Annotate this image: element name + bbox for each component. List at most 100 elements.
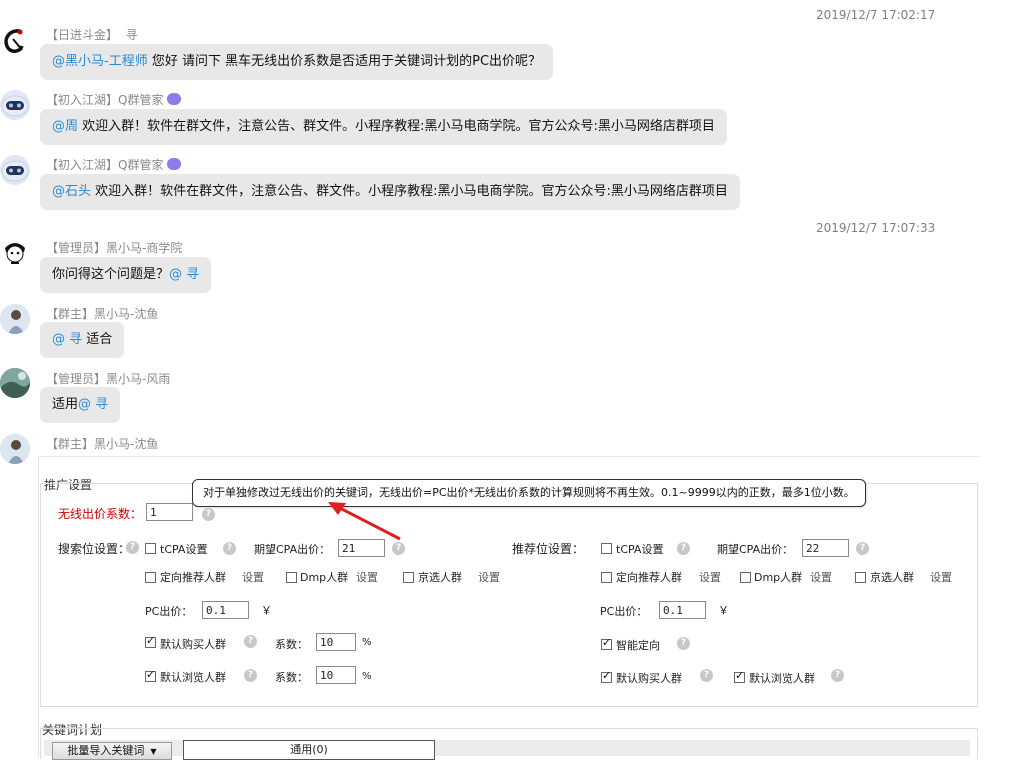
message-text: 你问得这个问题是？ (52, 267, 170, 282)
mention[interactable]: @ 寻 (78, 397, 108, 412)
recommend-dmp-setting-link[interactable]: 设置 (810, 569, 832, 585)
mention[interactable]: @黑小马-工程师 (52, 54, 148, 69)
search-browser-coef-label: 系数： (275, 671, 308, 684)
recommend-buyer-label: 默认购买人群 (616, 672, 682, 685)
recommend-jingxuan-label: 京选人群 (870, 571, 914, 584)
search-browser-coef-input[interactable]: 10 (316, 666, 356, 684)
search-buyer-label: 默认购买人群 (160, 638, 226, 651)
search-pc-bid-input[interactable]: 0.1 (202, 601, 249, 619)
recommend-expected-cpa-label: 期望CPA出价： (717, 543, 794, 556)
sender-name[interactable]: 黑小马-风雨 (106, 372, 170, 386)
search-expected-cpa-input[interactable]: 21 (338, 539, 385, 557)
help-icon[interactable]: ? (223, 542, 236, 555)
recommend-tcpa-checkbox[interactable] (601, 543, 612, 554)
help-icon[interactable]: ? (202, 508, 215, 521)
avatar[interactable] (0, 368, 30, 398)
mention[interactable]: @周 (52, 119, 78, 134)
search-pc-bid-label: PC出价： (145, 605, 193, 618)
timestamp: 2019/12/7 17:07:33 (816, 221, 936, 235)
sender-role: 【管理员】 (46, 241, 107, 255)
sender-meta: 【管理员】黑小马-风雨 (46, 370, 170, 387)
bot-badge-icon (167, 158, 182, 170)
tab-general[interactable]: 通用(0) (183, 740, 435, 760)
ink-swirl-avatar-icon (4, 29, 24, 53)
sender-role: 【初入江湖】 (46, 158, 119, 172)
help-icon[interactable]: ? (244, 635, 257, 648)
help-icon[interactable]: ? (700, 669, 713, 682)
sender-name[interactable]: 黑小马-沈鱼 (94, 437, 158, 451)
avatar[interactable] (0, 90, 30, 120)
recommend-expected-cpa-input[interactable]: 22 (802, 539, 849, 557)
search-targeted-setting-link[interactable]: 设置 (242, 569, 264, 585)
landscape-avatar-icon (0, 368, 30, 398)
message-bubble[interactable]: @石头 欢迎入群！软件在群文件，注意公告、群文件。小程序教程:黑小马电商学院。官… (40, 174, 740, 210)
sender-role: 【群主】 (46, 437, 95, 451)
search-dmp-setting-link[interactable]: 设置 (356, 569, 378, 585)
sender-name[interactable]: 寻 (126, 28, 138, 42)
avatar[interactable] (0, 304, 30, 334)
search-expected-cpa-label: 期望CPA出价： (254, 543, 331, 556)
help-icon[interactable]: ? (126, 541, 139, 554)
help-icon[interactable]: ? (392, 542, 405, 555)
recommend-buyer-checkbox[interactable] (601, 669, 612, 683)
recommend-pc-bid-label: PC出价： (600, 605, 648, 618)
photo-avatar-icon (0, 434, 30, 464)
avatar[interactable] (0, 238, 30, 268)
mention[interactable]: @ 寻 (52, 332, 82, 347)
help-icon[interactable]: ? (856, 542, 869, 555)
currency-symbol: ￥ (718, 604, 729, 617)
recommend-targeted-setting-link[interactable]: 设置 (699, 569, 721, 585)
search-tcpa-checkbox[interactable] (145, 543, 156, 554)
sender-role: 【初入江湖】 (46, 93, 119, 107)
message-bubble[interactable]: @黑小马-工程师 您好 请问下 黑车无线出价系数是否适用于关键词计划的PC出价呢… (40, 44, 554, 80)
chevron-down-icon: ▼ (150, 747, 157, 756)
search-targeted-checkbox[interactable] (145, 572, 156, 583)
message-bubble[interactable]: @ 寻 适合 (40, 322, 125, 358)
search-jingxuan-setting-link[interactable]: 设置 (478, 569, 500, 585)
recommend-position-label: 推荐位设置： (512, 542, 585, 556)
message-bubble[interactable]: 适用@ 寻 (40, 387, 121, 423)
sender-meta: 【日进斗金】 寻 (46, 26, 138, 43)
avatar[interactable] (0, 155, 30, 185)
recommend-targeted-checkbox[interactable] (601, 572, 612, 583)
recommend-jingxuan-setting-link[interactable]: 设置 (930, 569, 952, 585)
message-text: 欢迎入群！软件在群文件，注意公告、群文件。小程序教程:黑小马电商学院。官方公众号… (78, 119, 715, 134)
mention[interactable]: @ 寻 (169, 267, 199, 282)
message-bubble[interactable]: 你问得这个问题是？@ 寻 (40, 257, 212, 293)
search-buyer-coef-input[interactable]: 10 (316, 633, 356, 651)
recommend-smart-label: 智能定向 (616, 639, 660, 652)
avatar[interactable] (0, 26, 30, 56)
bot-badge-icon (167, 93, 182, 105)
annotation-arrow-icon (328, 502, 401, 541)
recommend-dmp-checkbox[interactable] (740, 572, 751, 583)
robot-avatar-icon (1, 95, 29, 117)
batch-import-label: 批量导入关键词 (67, 744, 145, 757)
message-bubble[interactable]: @周 欢迎入群！软件在群文件，注意公告、群文件。小程序教程:黑小马电商学院。官方… (40, 109, 727, 145)
batch-import-keywords-button[interactable]: 批量导入关键词 ▼ (52, 742, 172, 760)
percent-sign: % (362, 637, 372, 648)
recommend-tcpa-label: tCPA设置 (616, 543, 664, 556)
recommend-smart-checkbox[interactable] (601, 636, 612, 650)
help-icon[interactable]: ? (831, 669, 844, 682)
sender-name[interactable]: Q群管家 (118, 158, 163, 172)
sender-name[interactable]: Q群管家 (118, 93, 163, 107)
sender-role: 【日进斗金】 (46, 28, 119, 42)
search-jingxuan-checkbox[interactable] (403, 572, 414, 583)
search-buyer-checkbox[interactable] (145, 634, 156, 648)
help-icon[interactable]: ? (677, 542, 690, 555)
help-icon[interactable]: ? (677, 637, 690, 650)
search-dmp-checkbox[interactable] (286, 572, 297, 583)
wireless-coef-input[interactable]: 1 (146, 503, 193, 521)
sender-name[interactable]: 黑小马-沈鱼 (94, 307, 158, 321)
mention[interactable]: @石头 (52, 184, 91, 199)
sender-name[interactable]: 黑小马-商学院 (106, 241, 182, 255)
avatar[interactable] (0, 434, 30, 464)
percent-sign: % (362, 671, 372, 682)
recommend-dmp-label: Dmp人群 (754, 571, 803, 584)
search-browser-checkbox[interactable] (145, 668, 156, 682)
message-text: 您好 请问下 黑车无线出价系数是否适用于关键词计划的PC出价呢？ (147, 54, 542, 69)
recommend-jingxuan-checkbox[interactable] (855, 572, 866, 583)
recommend-pc-bid-input[interactable]: 0.1 (659, 601, 706, 619)
recommend-browser-checkbox[interactable] (734, 669, 745, 683)
help-icon[interactable]: ? (244, 669, 257, 682)
